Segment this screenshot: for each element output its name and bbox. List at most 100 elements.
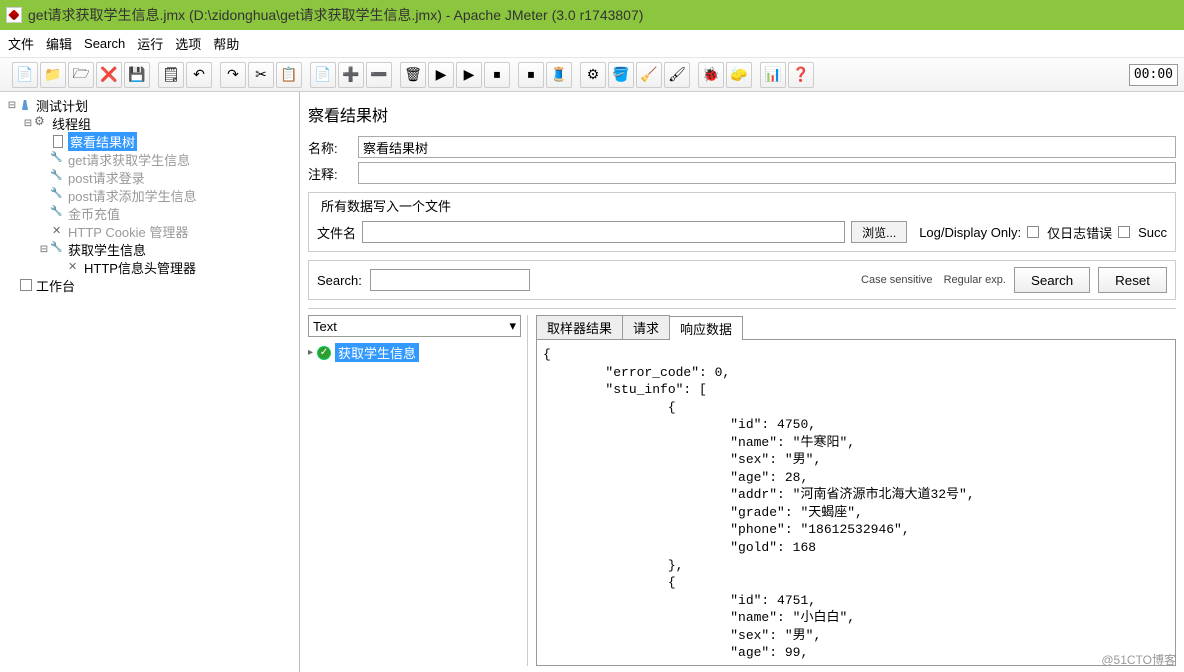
- toolbar-button-23[interactable]: 🐞: [698, 62, 724, 88]
- tree-item-1[interactable]: ⊟线程组: [2, 114, 297, 132]
- gear-icon: [34, 116, 50, 130]
- reset-button[interactable]: Reset: [1098, 267, 1167, 293]
- titlebar: get请求获取学生信息.jmx (D:\zidonghua\get请求获取学生信…: [0, 0, 1184, 30]
- tree-item-label: post请求添加学生信息: [68, 186, 197, 205]
- toolbar-button-19[interactable]: ⚙: [580, 62, 606, 88]
- tab-request[interactable]: 请求: [622, 315, 670, 339]
- tree-item-4[interactable]: post请求登录: [2, 168, 297, 186]
- toolbar-button-18[interactable]: 🧵: [546, 62, 572, 88]
- toolbar-button-25[interactable]: 📊: [760, 62, 786, 88]
- watermark: @51CTO博客: [1101, 651, 1176, 668]
- toolbar-button-22[interactable]: 🖌: [664, 62, 690, 88]
- toolbar-button-0[interactable]: 📄: [12, 62, 38, 88]
- menu-search[interactable]: Search: [84, 36, 125, 51]
- tabs: 取样器结果 请求 响应数据: [536, 315, 1176, 340]
- menu-help[interactable]: 帮助: [213, 34, 239, 53]
- expand-icon[interactable]: ⊟: [22, 118, 34, 129]
- tab-sampler[interactable]: 取样器结果: [536, 315, 623, 339]
- success-label: Succ: [1138, 225, 1167, 240]
- tree-item-label: HTTP信息头管理器: [84, 258, 196, 277]
- tree-item-label: 获取学生信息: [68, 240, 146, 259]
- search-label: Search:: [317, 273, 362, 288]
- toolbar-button-17[interactable]: ⏹: [518, 62, 544, 88]
- tree-item-5[interactable]: post请求添加学生信息: [2, 186, 297, 204]
- toolbar-button-26[interactable]: ❓: [788, 62, 814, 88]
- toolbar-button-6[interactable]: ↶: [186, 62, 212, 88]
- workspace: ⊟测试计划⊟线程组察看结果树get请求获取学生信息post请求登录post请求添…: [0, 92, 1184, 672]
- toolbar-button-4[interactable]: 💾: [124, 62, 150, 88]
- toolbar-button-15[interactable]: ▶: [456, 62, 482, 88]
- wrench-icon: [50, 188, 66, 202]
- toolbar-button-13[interactable]: 🗑: [400, 62, 426, 88]
- toolbar-button-2[interactable]: 🗁: [68, 62, 94, 88]
- name-input[interactable]: [358, 136, 1176, 158]
- case-sensitive-label: Case sensitive: [861, 274, 933, 286]
- tree-item-label: post请求登录: [68, 168, 145, 187]
- results-area: Text ▾ ▸ ✓ 获取学生信息 取样器结果 请求 响应数据 { "error…: [308, 308, 1176, 666]
- comment-label: 注释:: [308, 164, 358, 183]
- wrench-icon: [50, 152, 66, 166]
- tree-item-label: 工作台: [36, 276, 75, 295]
- tree-item-label: 察看结果树: [68, 132, 137, 151]
- toolbar-button-8[interactable]: ✂: [248, 62, 274, 88]
- menu-run[interactable]: 运行: [137, 34, 163, 53]
- filename-input[interactable]: [362, 221, 845, 243]
- search-input[interactable]: [370, 269, 530, 291]
- menu-edit[interactable]: 编辑: [46, 34, 72, 53]
- flask-icon: [18, 98, 34, 112]
- tree-item-label: get请求获取学生信息: [68, 150, 190, 169]
- tab-response[interactable]: 响应数据: [669, 316, 743, 340]
- expand-icon[interactable]: ⊟: [38, 244, 50, 255]
- result-item[interactable]: ▸ ✓ 获取学生信息: [308, 343, 521, 362]
- only-errors-checkbox[interactable]: [1027, 226, 1039, 238]
- tree-item-8[interactable]: ⊟ 获取学生信息: [2, 240, 297, 258]
- tree-item-label: 测试计划: [36, 96, 88, 115]
- x-icon: [66, 260, 82, 274]
- toolbar-button-10[interactable]: 📄: [310, 62, 336, 88]
- menu-file[interactable]: 文件: [8, 34, 34, 53]
- toolbar-button-3[interactable]: ❌: [96, 62, 122, 88]
- toolbar-button-9[interactable]: 📋: [276, 62, 302, 88]
- tree-item-7[interactable]: HTTP Cookie 管理器: [2, 222, 297, 240]
- results-tree-panel: Text ▾ ▸ ✓ 获取学生信息: [308, 315, 528, 666]
- n-icon: [18, 278, 34, 292]
- toolbar: 📄📁🗁❌💾🗒↶↷✂📋📄➕➖🗑▶▶⏹⏹🧵⚙🪣🧹🖌🐞🧽📊❓ 00:00: [0, 58, 1184, 92]
- window-title: get请求获取学生信息.jmx (D:\zidonghua\get请求获取学生信…: [28, 5, 643, 25]
- tree-item-6[interactable]: 金币充值: [2, 204, 297, 222]
- toolbar-button-11[interactable]: ➕: [338, 62, 364, 88]
- tree-item-label: HTTP Cookie 管理器: [68, 222, 188, 241]
- result-item-label: 获取学生信息: [335, 343, 419, 362]
- toolbar-button-16[interactable]: ⏹: [484, 62, 510, 88]
- expand-icon[interactable]: ⊟: [6, 100, 18, 111]
- browse-button[interactable]: 浏览...: [851, 221, 907, 243]
- toolbar-button-1[interactable]: 📁: [40, 62, 66, 88]
- toolbar-button-12[interactable]: ➖: [366, 62, 392, 88]
- wrench-icon: [50, 170, 66, 184]
- tree-expand-icon: ▸: [308, 347, 313, 358]
- comment-input[interactable]: [358, 162, 1176, 184]
- tree-item-9[interactable]: HTTP信息头管理器: [2, 258, 297, 276]
- response-body[interactable]: { "error_code": 0, "stu_info": [ { "id":…: [536, 340, 1176, 666]
- toolbar-button-24[interactable]: 🧽: [726, 62, 752, 88]
- wrench-icon: [50, 206, 66, 220]
- toolbar-button-14[interactable]: ▶: [428, 62, 454, 88]
- tree-item-10[interactable]: 工作台: [2, 276, 297, 294]
- toolbar-button-5[interactable]: 🗒: [158, 62, 184, 88]
- renderer-select[interactable]: Text ▾: [308, 315, 521, 337]
- tree-item-0[interactable]: ⊟ 测试计划: [2, 96, 297, 114]
- tree-item-2[interactable]: 察看结果树: [2, 132, 297, 150]
- regex-label: Regular exp.: [944, 274, 1006, 286]
- write-all-data-legend: 所有数据写入一个文件: [317, 196, 455, 215]
- success-checkbox[interactable]: [1118, 226, 1130, 238]
- toolbar-button-20[interactable]: 🪣: [608, 62, 634, 88]
- wrench-icon: [50, 242, 66, 256]
- chevron-down-icon: ▾: [509, 318, 516, 334]
- search-button[interactable]: Search: [1014, 267, 1090, 293]
- panel-heading: 察看结果树: [308, 102, 1176, 126]
- tree-item-3[interactable]: get请求获取学生信息: [2, 150, 297, 168]
- toolbar-button-7[interactable]: ↷: [220, 62, 246, 88]
- menu-options[interactable]: 选项: [175, 34, 201, 53]
- tree-panel[interactable]: ⊟测试计划⊟线程组察看结果树get请求获取学生信息post请求登录post请求添…: [0, 92, 300, 672]
- toolbar-button-21[interactable]: 🧹: [636, 62, 662, 88]
- timer-display: 00:00: [1129, 64, 1178, 86]
